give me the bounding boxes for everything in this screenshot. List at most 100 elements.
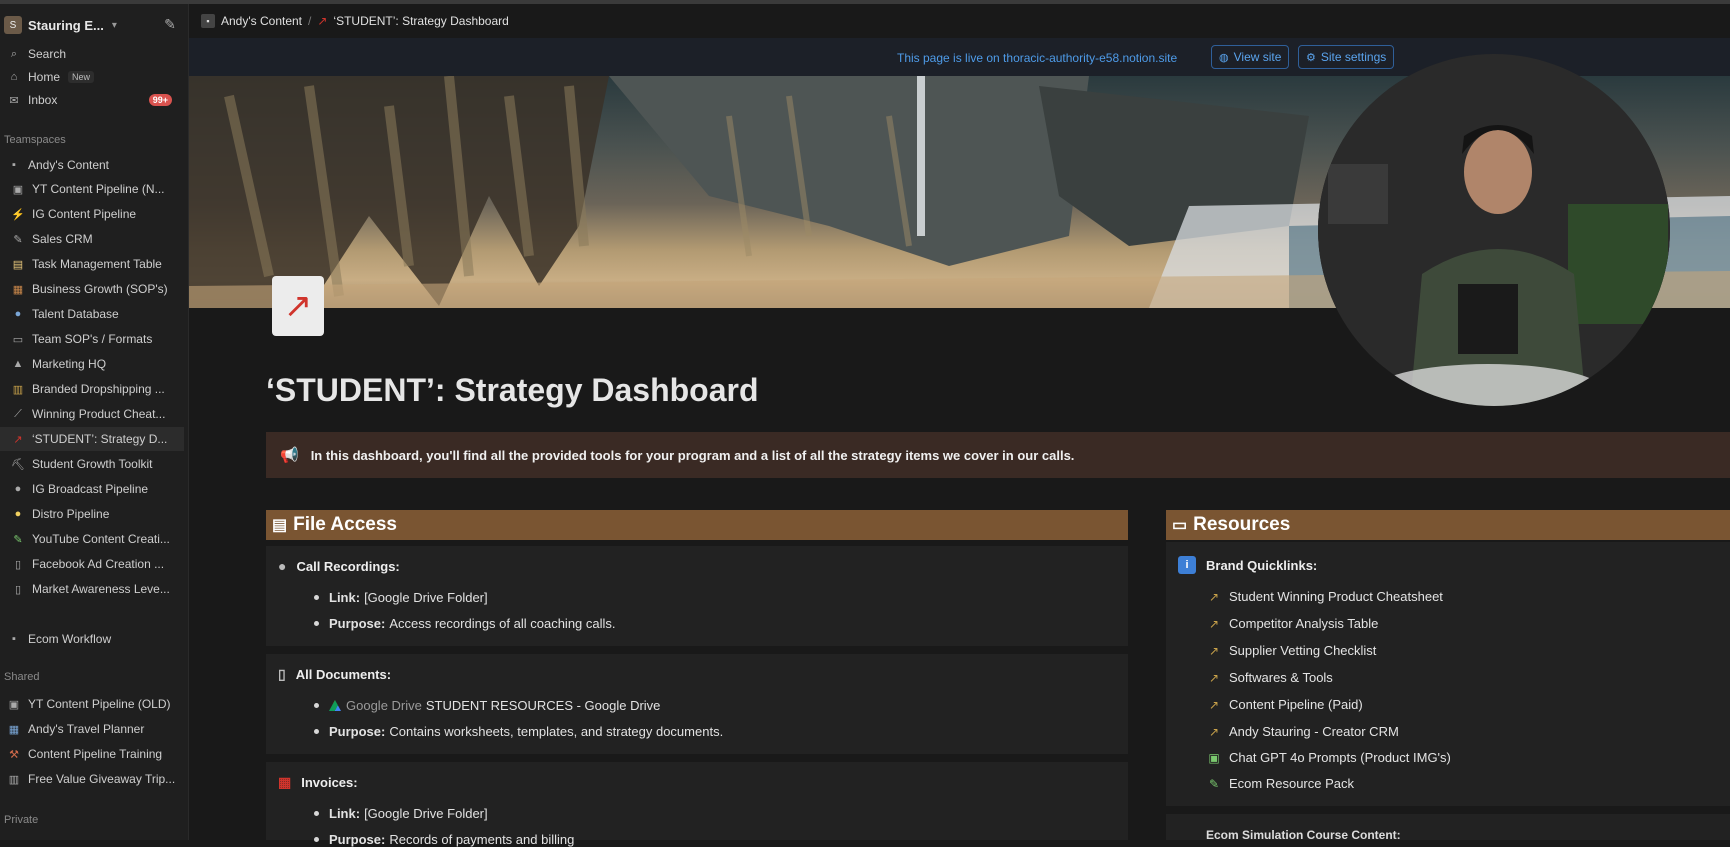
sidebar-page-active[interactable]: ↗ ‘STUDENT’: Strategy D... bbox=[0, 427, 184, 451]
sidebar-page[interactable]: ⟋ Winning Product Cheat... bbox=[0, 402, 184, 426]
quicklink[interactable]: ✎ Ecom Resource Pack bbox=[1206, 776, 1354, 791]
workspace-name: Stauring E... bbox=[28, 17, 104, 33]
teamspace-icon: ▪ bbox=[12, 633, 16, 645]
sidebar-page[interactable]: ▭ Team SOP's / Formats bbox=[0, 327, 184, 351]
page-icon: ▯ bbox=[14, 583, 22, 596]
presenter-illustration bbox=[1318, 54, 1670, 406]
chart-increasing-icon: ↗ bbox=[317, 14, 328, 28]
teamspace-icon: ▪ bbox=[12, 159, 16, 171]
invoices-title: ▦ Invoices: bbox=[278, 774, 358, 790]
bullet-dot bbox=[314, 595, 319, 600]
workspace-avatar: S bbox=[4, 16, 22, 34]
sidebar-inbox[interactable]: ✉ Inbox 99+ bbox=[0, 88, 184, 112]
private-label: Private bbox=[4, 814, 39, 826]
quicklink[interactable]: ↗ Supplier Vetting Checklist bbox=[1206, 643, 1376, 658]
site-settings-button[interactable]: ⚙ Site settings bbox=[1298, 45, 1395, 69]
pencil-icon: ✎ bbox=[13, 233, 23, 246]
linked-page-icon: ↗ bbox=[1208, 589, 1220, 604]
view-site-button[interactable]: ◍ View site bbox=[1211, 45, 1290, 69]
sidebar-page[interactable]: ● Distro Pipeline bbox=[0, 502, 184, 526]
sidebar-page[interactable]: ● Talent Database bbox=[0, 302, 184, 326]
quicklink[interactable]: ↗ Competitor Analysis Table bbox=[1206, 616, 1378, 631]
linked-page-icon: ↗ bbox=[1208, 616, 1220, 631]
info-icon: i bbox=[1178, 556, 1196, 574]
all-documents-card: ▯ All Documents: Google Drive STUDENT RESO… bbox=[266, 654, 1128, 754]
sidebar-page[interactable]: ⛏ Student Growth Toolkit bbox=[0, 452, 184, 476]
teamspaces-label: Teamspaces bbox=[4, 134, 66, 146]
sidebar-page[interactable]: ▲ Marketing HQ bbox=[0, 352, 184, 376]
file-access-heading: ▤ File Access bbox=[266, 510, 1128, 540]
quicklink[interactable]: ↗ Student Winning Product Cheatsheet bbox=[1206, 589, 1443, 604]
quicklink[interactable]: ↗ Softwares & Tools bbox=[1206, 670, 1333, 685]
open-folder-icon: ▭ bbox=[1172, 517, 1188, 534]
sidebar-page[interactable]: ▣ YT Content Pipeline (N... bbox=[0, 177, 184, 201]
sidebar-shared-page[interactable]: ⚒ Content Pipeline Training bbox=[0, 742, 184, 766]
megaphone-icon: 📢 bbox=[280, 447, 299, 464]
sidebar-page[interactable]: ▤ Task Management Table bbox=[0, 252, 184, 276]
pencil-icon: ✎ bbox=[1208, 776, 1220, 791]
workspace-switcher[interactable]: S Stauring E... ▾ ✎ bbox=[4, 12, 180, 38]
sidebar-shared-page[interactable]: ▣ YT Content Pipeline (OLD) bbox=[0, 692, 184, 716]
picture-icon: ▣ bbox=[1208, 750, 1220, 765]
page-icon: ▯ bbox=[278, 666, 286, 682]
microphone-icon: ● bbox=[278, 558, 287, 574]
sidebar-home[interactable]: ⌂ Home New bbox=[0, 65, 184, 89]
inbox-count-badge: 99+ bbox=[148, 94, 172, 106]
page-icon: ▯ bbox=[14, 558, 22, 571]
sidebar-page[interactable]: ▯ Market Awareness Leve... bbox=[0, 577, 184, 601]
sidebar-teamspace[interactable]: ▪ Andy's Content bbox=[0, 153, 184, 177]
quicklink[interactable]: ↗ Content Pipeline (Paid) bbox=[1206, 697, 1363, 712]
quicklink[interactable]: ↗ Andy Stauring - Creator CRM bbox=[1206, 724, 1399, 739]
sidebar-page[interactable]: ● IG Broadcast Pipeline bbox=[0, 477, 184, 501]
people-icon: ● bbox=[14, 308, 22, 320]
sidebar-page[interactable]: ▦ Business Growth (SOP's) bbox=[0, 277, 184, 301]
home-icon: ⌂ bbox=[10, 71, 18, 83]
webcam-overlay bbox=[1318, 54, 1670, 406]
callout-text: In this dashboard, you'll find all the p… bbox=[310, 447, 1075, 463]
mountain-icon: ▲ bbox=[12, 358, 24, 370]
call-recordings-card: ● Call Recordings: Link: [Google Drive Fol… bbox=[266, 546, 1128, 646]
brand-quicklinks-title: i Brand Quicklinks: bbox=[1178, 556, 1317, 574]
chart-increasing-icon[interactable]: ↗ bbox=[272, 276, 324, 336]
live-status-text: This page is live on thoracic-authority-… bbox=[897, 51, 1178, 65]
clipboard-icon: ▤ bbox=[272, 517, 288, 534]
sidebar-shared-page[interactable]: ▦ Andy's Travel Planner bbox=[0, 717, 184, 741]
bullet-dot bbox=[314, 811, 319, 816]
shared-label: Shared bbox=[4, 671, 40, 683]
lightning-icon: ⚡ bbox=[11, 208, 25, 221]
google-drive-link[interactable]: [Google Drive Folder] bbox=[364, 590, 488, 605]
all-documents-title: ▯ All Documents: bbox=[278, 666, 392, 682]
list-item: Link: [Google Drive Folder] bbox=[314, 806, 488, 821]
sidebar-teamspace[interactable]: ▪ Ecom Workflow bbox=[0, 627, 184, 651]
page-title[interactable]: ‘STUDENT’: Strategy Dashboard bbox=[266, 372, 759, 409]
linked-page-icon: ↗ bbox=[1208, 643, 1220, 658]
breadcrumb-current[interactable]: ‘STUDENT’: Strategy Dashboard bbox=[333, 14, 508, 28]
linked-page-icon: ↗ bbox=[1208, 670, 1220, 685]
sidebar-search[interactable]: ⌕ Search bbox=[0, 42, 184, 66]
new-page-icon[interactable]: ✎ bbox=[160, 14, 180, 34]
inbox-icon: ✉ bbox=[9, 94, 19, 107]
sidebar-page[interactable]: ▯ Facebook Ad Creation ... bbox=[0, 552, 184, 576]
calendar-icon: ▦ bbox=[278, 774, 292, 790]
breadcrumb-parent[interactable]: Andy's Content bbox=[221, 14, 302, 28]
wand-icon: ⟋ bbox=[14, 407, 22, 420]
microphone-icon: ● bbox=[14, 483, 22, 495]
sidebar-shared-page[interactable]: ▥ Free Value Giveaway Trip... bbox=[0, 767, 184, 791]
linked-page-icon: ↗ bbox=[1208, 724, 1220, 739]
brand-quicklinks-card: i Brand Quicklinks: ↗ Student Winning Prod… bbox=[1166, 542, 1730, 806]
sidebar-page[interactable]: ✎ Sales CRM bbox=[0, 227, 184, 251]
bullet-dot bbox=[314, 729, 319, 734]
ecom-simulation-card: Ecom Simulation Course Content: bbox=[1166, 814, 1730, 842]
google-drive-link[interactable]: STUDENT RESOURCES - Google Drive bbox=[426, 698, 661, 713]
books-icon: ▥ bbox=[12, 383, 24, 396]
quicklink[interactable]: ▣ Chat GPT 4o Prompts (Product IMG's) bbox=[1206, 750, 1451, 765]
sidebar-page[interactable]: ⚡ IG Content Pipeline bbox=[0, 202, 184, 226]
sidebar-page[interactable]: ✎ YouTube Content Creati... bbox=[0, 527, 184, 551]
bank-icon: ▥ bbox=[8, 773, 20, 786]
sidebar-page[interactable]: ▥ Branded Dropshipping ... bbox=[0, 377, 184, 401]
pickaxe-icon: ⛏ bbox=[11, 458, 25, 471]
intro-callout: 📢 In this dashboard, you'll find all the… bbox=[266, 432, 1730, 478]
google-drive-link[interactable]: [Google Drive Folder] bbox=[364, 806, 488, 821]
search-icon: ⌕ bbox=[10, 47, 18, 60]
hammer-icon: ⚒ bbox=[9, 748, 19, 761]
